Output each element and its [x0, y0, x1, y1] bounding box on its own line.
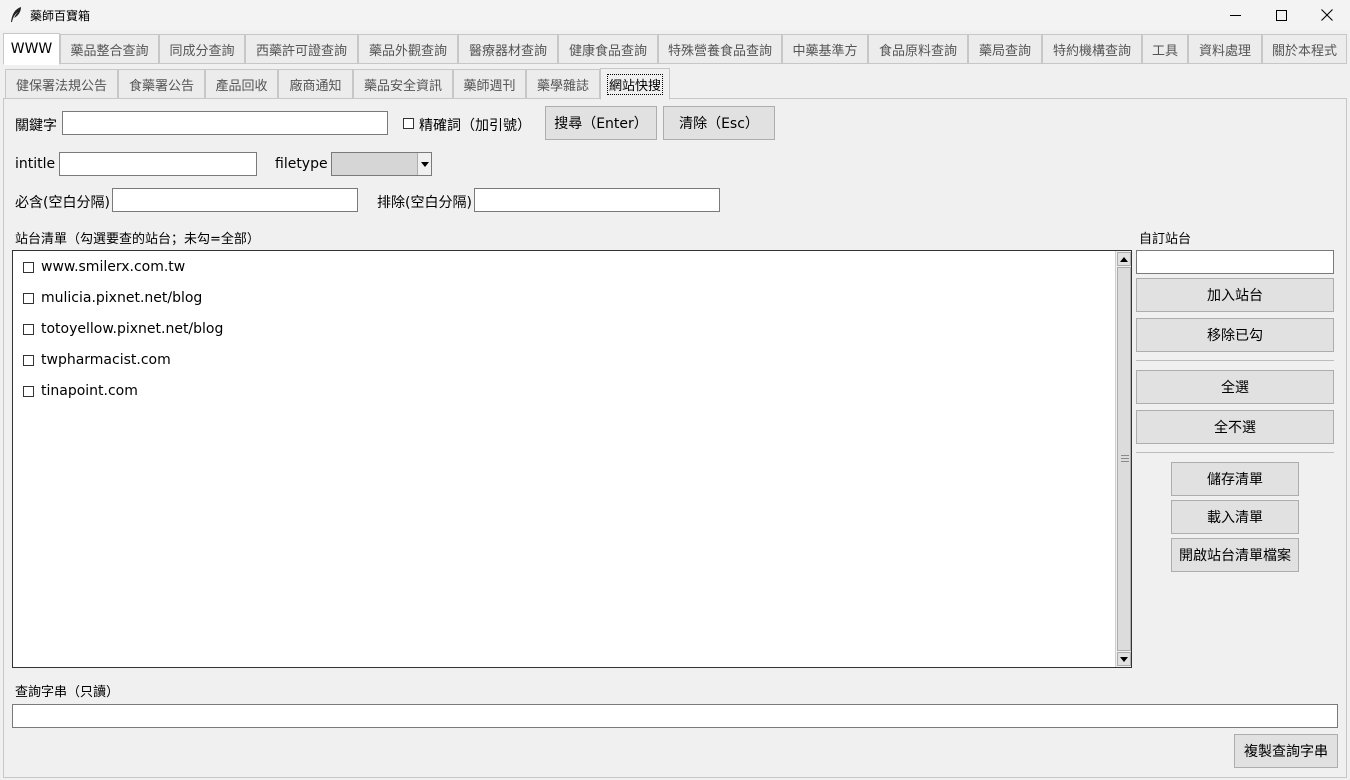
- tab-pharmacy[interactable]: 藥局查詢: [968, 34, 1042, 64]
- site-list-item[interactable]: www.smilerx.com.tw: [23, 257, 185, 277]
- tab-fda-announcement[interactable]: 食藥署公告: [118, 69, 205, 99]
- tab-about[interactable]: 關於本程式: [1262, 34, 1347, 64]
- must-include-input[interactable]: [112, 188, 358, 212]
- tab-food-ingredient[interactable]: 食品原料查詢: [868, 34, 968, 64]
- tab-contracted[interactable]: 特約機構查詢: [1042, 34, 1142, 64]
- query-string-label: 查詢字串（只讀）: [15, 685, 120, 700]
- site-list-scrollbar[interactable]: [1115, 251, 1131, 667]
- add-site-button[interactable]: 加入站台: [1136, 278, 1334, 312]
- close-icon: [1321, 9, 1333, 21]
- tab-medical-device[interactable]: 醫療器材查詢: [458, 34, 558, 64]
- intitle-input[interactable]: [59, 152, 257, 176]
- site-list-item[interactable]: twpharmacist.com: [23, 350, 171, 370]
- arrow-down-icon[interactable]: [1117, 652, 1131, 666]
- query-string-field[interactable]: [12, 704, 1338, 728]
- site-checkbox[interactable]: [23, 385, 34, 397]
- clear-button[interactable]: 清除（Esc）: [663, 106, 775, 140]
- exact-phrase-label: 精確詞（加引號）: [419, 118, 531, 134]
- open-site-list-file-button[interactable]: 開啟站台清單檔案: [1171, 538, 1299, 572]
- search-button[interactable]: 搜尋（Enter）: [545, 106, 657, 140]
- tab-vendor-notice[interactable]: 廠商通知: [278, 69, 353, 99]
- copy-query-button[interactable]: 複製查詢字串: [1234, 734, 1338, 768]
- tab-site-search[interactable]: 網站快搜: [600, 68, 670, 100]
- exact-phrase-checkbox[interactable]: [403, 118, 414, 129]
- tab-nhi-announcement[interactable]: 健保署法規公告: [5, 69, 118, 99]
- feather-icon: [9, 6, 23, 24]
- intitle-label: intitle: [15, 156, 56, 172]
- site-list-item[interactable]: tinapoint.com: [23, 381, 138, 401]
- arrow-up-icon[interactable]: [1117, 252, 1131, 266]
- tab-tools[interactable]: 工具: [1142, 34, 1188, 64]
- maximize-icon: [1275, 9, 1287, 21]
- tab-product-recall[interactable]: 產品回收: [205, 69, 278, 99]
- site-checkbox[interactable]: [23, 292, 34, 304]
- tab-www[interactable]: WWW: [3, 33, 60, 65]
- site-label: mulicia.pixnet.net/blog: [41, 290, 203, 306]
- tab-drug-safety[interactable]: 藥品安全資訊: [353, 69, 453, 99]
- maximize-button[interactable]: [1258, 0, 1304, 30]
- divider: [1136, 452, 1334, 453]
- site-label: totoyellow.pixnet.net/blog: [41, 321, 224, 337]
- site-label: www.smilerx.com.tw: [41, 259, 186, 275]
- remove-checked-button[interactable]: 移除已勾: [1136, 318, 1334, 352]
- tab-health-food[interactable]: 健康食品查詢: [558, 34, 658, 64]
- tab-pharmacy-journal[interactable]: 藥學雜誌: [526, 69, 600, 99]
- site-checkbox[interactable]: [23, 323, 34, 335]
- window-title: 藥師百寶箱: [30, 9, 91, 23]
- site-label: tinapoint.com: [41, 383, 138, 399]
- exclude-input[interactable]: [474, 188, 720, 212]
- exclude-label: 排除(空白分隔): [377, 195, 472, 211]
- tab-drug-integrated[interactable]: 藥品整合查詢: [60, 34, 159, 64]
- save-list-button[interactable]: 儲存清單: [1171, 462, 1299, 496]
- site-list-label: 站台清單（勾選要查的站台；未勾=全部）: [15, 232, 260, 247]
- scrollbar-thumb[interactable]: [1117, 267, 1131, 651]
- site-list-item[interactable]: mulicia.pixnet.net/blog: [23, 288, 202, 308]
- tab-site-search-label: 網站快搜: [606, 73, 663, 95]
- keyword-label: 關鍵字: [15, 118, 57, 134]
- filetype-label: filetype: [275, 156, 328, 172]
- must-include-label: 必含(空白分隔): [15, 195, 110, 211]
- title-bar: 藥師百寶箱: [0, 0, 1350, 30]
- minimize-button[interactable]: [1212, 0, 1258, 30]
- minimize-icon: [1229, 14, 1241, 16]
- tab-pharmacist-weekly[interactable]: 藥師週刊: [453, 69, 526, 99]
- site-list[interactable]: www.smilerx.com.tw mulicia.pixnet.net/bl…: [12, 250, 1132, 668]
- tab-appearance[interactable]: 藥品外觀查詢: [358, 34, 458, 64]
- custom-site-input[interactable]: [1136, 250, 1334, 274]
- close-button[interactable]: [1304, 0, 1350, 30]
- select-all-button[interactable]: 全選: [1136, 370, 1334, 404]
- site-checkbox[interactable]: [23, 354, 34, 366]
- tab-chinese-medicine[interactable]: 中藥基準方: [782, 34, 868, 64]
- tab-special-nutrition[interactable]: 特殊營養食品查詢: [658, 34, 782, 64]
- select-none-button[interactable]: 全不選: [1136, 410, 1334, 444]
- load-list-button[interactable]: 載入清單: [1171, 500, 1299, 534]
- filetype-select[interactable]: [331, 152, 432, 176]
- chevron-down-icon[interactable]: [417, 153, 431, 175]
- site-checkbox[interactable]: [23, 261, 34, 273]
- divider: [1136, 360, 1334, 361]
- tab-data-processing[interactable]: 資料處理: [1188, 34, 1262, 64]
- tab-same-ingredient[interactable]: 同成分查詢: [159, 34, 245, 64]
- custom-site-label: 自訂站台: [1139, 232, 1192, 247]
- keyword-input[interactable]: [62, 111, 388, 135]
- site-list-item[interactable]: totoyellow.pixnet.net/blog: [23, 319, 223, 339]
- site-label: twpharmacist.com: [41, 352, 171, 368]
- tab-license[interactable]: 西藥許可證查詢: [245, 34, 358, 64]
